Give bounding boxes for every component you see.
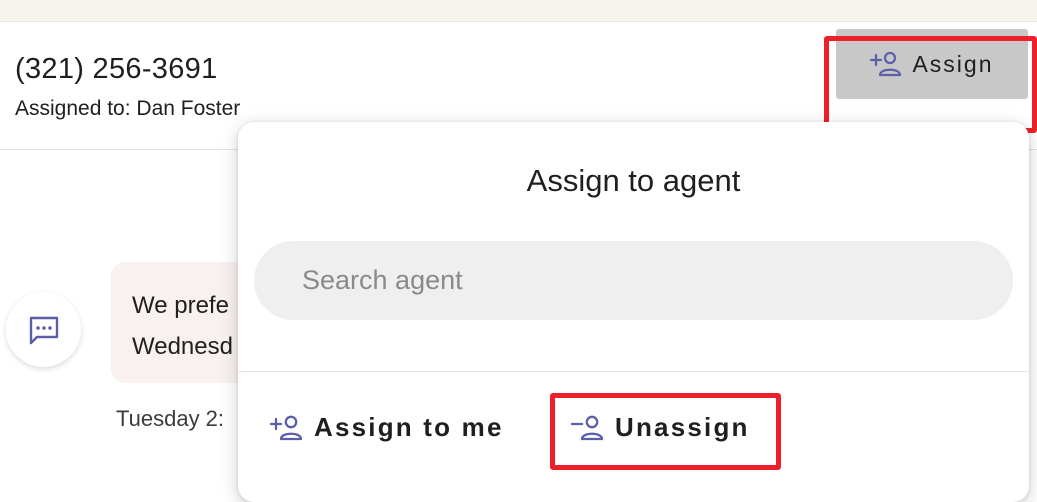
popup-divider — [238, 371, 1029, 372]
unassign-label: Unassign — [615, 412, 750, 442]
contact-phone: (321) 256-3691 — [15, 53, 218, 85]
person-add-icon — [270, 414, 304, 441]
assign-to-me-button[interactable]: Assign to me — [270, 412, 504, 443]
chat-avatar — [6, 292, 81, 367]
assign-button[interactable]: Assign — [836, 29, 1028, 99]
popup-title: Assign to agent — [526, 163, 741, 198]
top-bar — [0, 0, 1037, 22]
search-agent-input[interactable] — [254, 241, 1013, 320]
unassign-button[interactable]: Unassign — [571, 412, 750, 443]
message-timestamp: Tuesday 2: — [116, 406, 225, 431]
assign-to-me-label: Assign to me — [314, 412, 504, 442]
person-add-icon — [870, 51, 902, 77]
assign-to-agent-popup: Assign to agent Assign to me — [238, 122, 1029, 502]
person-remove-icon — [571, 414, 605, 441]
chat-bubble-icon — [28, 315, 60, 345]
assign-button-label: Assign — [912, 50, 994, 77]
assigned-to-label: Assigned to: Dan Foster — [15, 97, 241, 120]
